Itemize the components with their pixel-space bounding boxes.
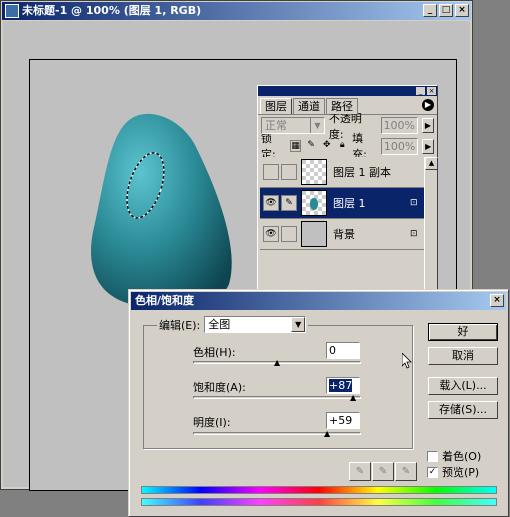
teal-blob-shape xyxy=(91,113,232,310)
colorize-label: 着色(O) xyxy=(442,450,482,463)
visibility-off-icon[interactable] xyxy=(263,164,279,180)
slider-knob-icon[interactable]: ▲ xyxy=(274,359,282,367)
chevron-down-icon: ▼ xyxy=(291,317,306,332)
checkbox-box[interactable]: ✓ xyxy=(427,466,438,478)
opacity-arrow-icon[interactable]: ▶ xyxy=(422,118,434,133)
cancel-button[interactable]: 取消 xyxy=(428,347,498,365)
preview-label: 预览(P) xyxy=(442,466,480,479)
hue-label: 色相(H): xyxy=(193,346,236,359)
mouse-pointer-icon xyxy=(402,353,412,369)
lock-all-icon[interactable]: 🔒︎ xyxy=(337,140,349,152)
save-button[interactable]: 存储(S)... xyxy=(428,401,498,419)
document-title-bar[interactable]: 未标题-1 @ 100% (图层 1, RGB) _ □ × xyxy=(2,2,471,20)
edit-label: 编辑(E): xyxy=(159,318,201,332)
layer-row[interactable]: 👁︎ 背景 ⊡ xyxy=(260,219,424,250)
input-color-bar xyxy=(141,486,497,494)
tab-channels[interactable]: 通道 xyxy=(293,98,325,114)
layer-list-scrollbar[interactable]: ▲ xyxy=(424,157,438,292)
edit-select[interactable]: 全图 ▼ xyxy=(204,316,307,333)
hue-saturation-dialog: 色相/饱和度 × 编辑(E): 全图 ▼ 色相(H): 0 ▲ 饱和度(A): +… xyxy=(128,289,509,517)
colorize-checkbox[interactable]: 着色(O) xyxy=(427,448,481,464)
chevron-down-icon: ▼ xyxy=(309,118,324,133)
lock-position-icon[interactable]: ✥ xyxy=(321,140,333,152)
brush-icon[interactable]: ✎ xyxy=(281,195,297,211)
document-title: 未标题-1 @ 100% (图层 1, RGB) xyxy=(22,4,202,17)
layer-row[interactable]: 👁︎ ✎ 图层 1 ⊡ xyxy=(260,188,424,219)
checkbox-box[interactable] xyxy=(427,450,438,462)
minimize-button[interactable]: _ xyxy=(423,4,437,17)
output-color-bar xyxy=(141,498,497,506)
tab-paths[interactable]: 路径 xyxy=(326,98,358,114)
lightness-slider[interactable]: ▲ xyxy=(193,430,361,438)
lock-transparency-icon[interactable]: ▦ xyxy=(289,140,302,152)
fill-field[interactable]: 100% xyxy=(380,137,419,155)
dialog-title-bar[interactable]: 色相/饱和度 × xyxy=(131,292,506,310)
fill-arrow-icon[interactable]: ▶ xyxy=(422,138,434,154)
slider-knob-icon[interactable]: ▲ xyxy=(350,394,358,402)
hue-input[interactable]: 0 xyxy=(326,342,360,359)
lock-icon: ⊡ xyxy=(410,198,418,208)
eye-icon[interactable]: 👁︎ xyxy=(263,195,279,211)
layer-name: 图层 1 副本 xyxy=(333,166,391,179)
ok-button[interactable]: 好 xyxy=(428,323,498,341)
scroll-up-icon[interactable]: ▲ xyxy=(425,157,438,170)
layer-name: 图层 1 xyxy=(333,197,366,210)
lightness-input[interactable]: +59 xyxy=(326,412,360,429)
layers-panel-title-bar[interactable]: _ × xyxy=(258,86,437,96)
saturation-input[interactable]: +87 xyxy=(326,377,360,394)
dialog-title: 色相/饱和度 xyxy=(135,294,195,307)
layer-list: 图层 1 副本 👁︎ ✎ 图层 1 ⊡ 👁︎ 背景 ⊡ xyxy=(260,157,424,292)
eyedropper-minus-icon[interactable]: ✎ xyxy=(395,462,417,481)
eyedropper-plus-icon[interactable]: ✎ xyxy=(372,462,394,481)
panel-close-icon[interactable]: × xyxy=(427,87,436,95)
adjustment-group xyxy=(143,325,413,449)
photoshop-document-icon xyxy=(5,4,19,18)
opacity-field[interactable]: 100% xyxy=(380,117,419,134)
eyedropper-icon[interactable]: ✎ xyxy=(349,462,371,481)
maximize-button[interactable]: □ xyxy=(439,4,453,17)
tab-layers[interactable]: 图层 xyxy=(260,98,292,114)
layer-thumbnail xyxy=(301,159,327,185)
lightness-label: 明度(I): xyxy=(193,416,231,429)
layers-panel: _ × 图层 通道 路径 ▶ 正常 ▼ 不透明度: 100% ▶ 锁定: ▦ ✎ … xyxy=(257,85,438,293)
eye-icon[interactable]: 👁︎ xyxy=(263,226,279,242)
saturation-label: 饱和度(A): xyxy=(193,381,246,394)
layer-thumbnail xyxy=(301,221,327,247)
link-icon[interactable] xyxy=(281,164,297,180)
panel-minimize-icon[interactable]: _ xyxy=(416,87,425,95)
load-button[interactable]: 载入(L)... xyxy=(428,377,498,395)
link-icon[interactable] xyxy=(281,226,297,242)
dialog-close-button[interactable]: × xyxy=(490,294,504,307)
lock-icon: ⊡ xyxy=(410,229,418,239)
saturation-slider[interactable]: ▲ xyxy=(193,394,361,402)
layer-row[interactable]: 图层 1 副本 xyxy=(260,157,424,188)
panel-menu-arrow-icon[interactable]: ▶ xyxy=(422,99,434,111)
lock-pixels-icon[interactable]: ✎ xyxy=(305,140,317,152)
layer-thumbnail xyxy=(301,190,327,216)
hue-slider[interactable]: ▲ xyxy=(193,359,361,367)
preview-checkbox[interactable]: ✓ 预览(P) xyxy=(427,464,479,480)
close-button[interactable]: × xyxy=(455,4,469,17)
layer-name: 背景 xyxy=(333,228,355,241)
blend-mode-select[interactable]: 正常 ▼ xyxy=(261,117,325,134)
slider-knob-icon[interactable]: ▲ xyxy=(324,430,332,438)
